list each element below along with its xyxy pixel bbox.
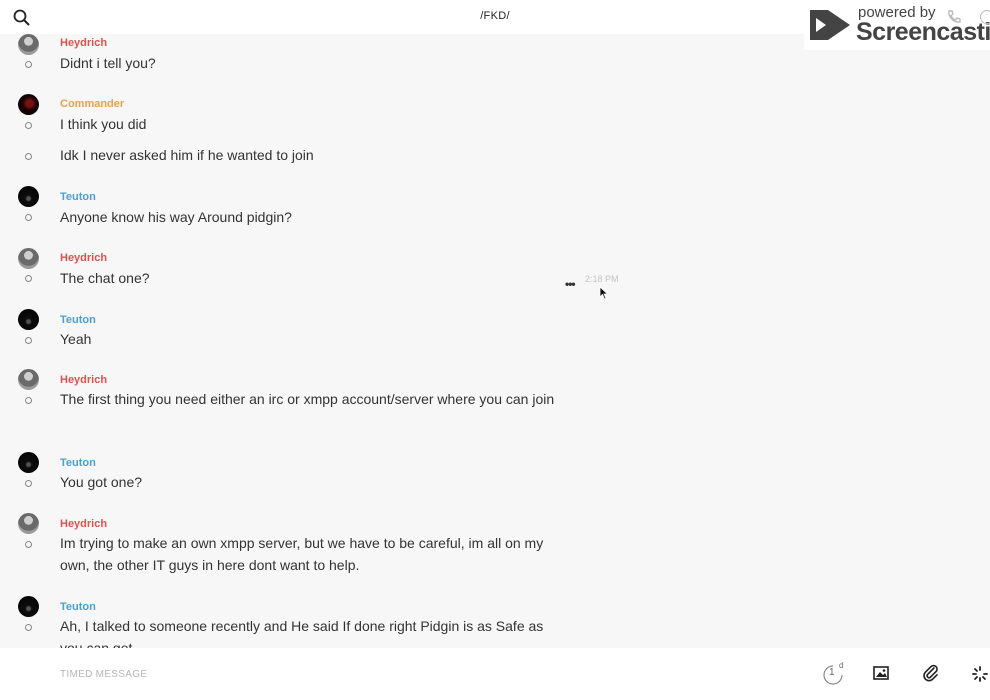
avatar[interactable] — [18, 186, 39, 207]
avatar[interactable] — [18, 452, 39, 473]
attachment-icon[interactable] — [922, 664, 940, 682]
message-text: The first thing you need either an irc o… — [60, 391, 555, 407]
status-dot — [25, 275, 32, 282]
message-text: Didnt i tell you? — [60, 55, 156, 71]
avatar[interactable] — [18, 369, 39, 390]
status-dot — [25, 214, 32, 221]
sender-name[interactable]: Teuton — [60, 314, 96, 326]
avatar[interactable] — [18, 596, 39, 617]
sender-name[interactable]: Commander — [60, 98, 124, 110]
mouse-cursor-icon — [599, 286, 609, 300]
message-text: The chat one? — [60, 270, 150, 286]
status-dot — [25, 153, 32, 160]
sender-name[interactable]: Heydrich — [60, 37, 107, 49]
status-dot — [25, 541, 32, 548]
status-dot — [25, 397, 32, 404]
phone-icon[interactable] — [946, 9, 962, 25]
message-timestamp: 2:18 PM — [585, 274, 619, 284]
message-text: Idk I never asked him if he wanted to jo… — [60, 147, 314, 163]
status-dot — [25, 624, 32, 631]
sender-name[interactable]: Heydrich — [60, 252, 107, 264]
avatar[interactable] — [18, 94, 39, 115]
message-text: You got one? — [60, 474, 143, 490]
sender-name[interactable]: Teuton — [60, 457, 96, 469]
info-icon[interactable] — [980, 10, 990, 24]
status-dot — [25, 61, 32, 68]
avatar[interactable] — [18, 34, 39, 55]
message-text: Yeah — [60, 331, 92, 347]
image-icon[interactable] — [873, 665, 889, 681]
timer-value: 1 — [829, 667, 835, 678]
status-dot — [25, 337, 32, 344]
avatar[interactable] — [18, 248, 39, 269]
avatar[interactable] — [18, 513, 39, 534]
sender-name[interactable]: Teuton — [60, 601, 96, 613]
composer-bar: 1 d — [0, 648, 990, 700]
message-text: Ah, I talked to someone recently and He … — [60, 618, 544, 648]
status-dot — [25, 122, 32, 129]
message-text: I think you did — [60, 116, 147, 132]
timer-unit: d — [839, 661, 844, 670]
sender-name[interactable]: Heydrich — [60, 374, 107, 386]
message-text: Anyone know his way Around pidgin? — [60, 209, 292, 225]
message-options-button[interactable]: ••• — [565, 277, 576, 291]
sender-name[interactable]: Heydrich — [60, 518, 107, 530]
message-list: Heydrich Didnt i tell you? Commander I t… — [0, 34, 990, 648]
message-text: Im trying to make an own xmpp server, bu… — [60, 535, 544, 573]
avatar[interactable] — [18, 309, 39, 330]
message-input[interactable] — [60, 666, 660, 682]
status-dot — [25, 480, 32, 487]
loading-spinner-icon[interactable] — [972, 666, 988, 682]
sender-name[interactable]: Teuton — [60, 191, 96, 203]
